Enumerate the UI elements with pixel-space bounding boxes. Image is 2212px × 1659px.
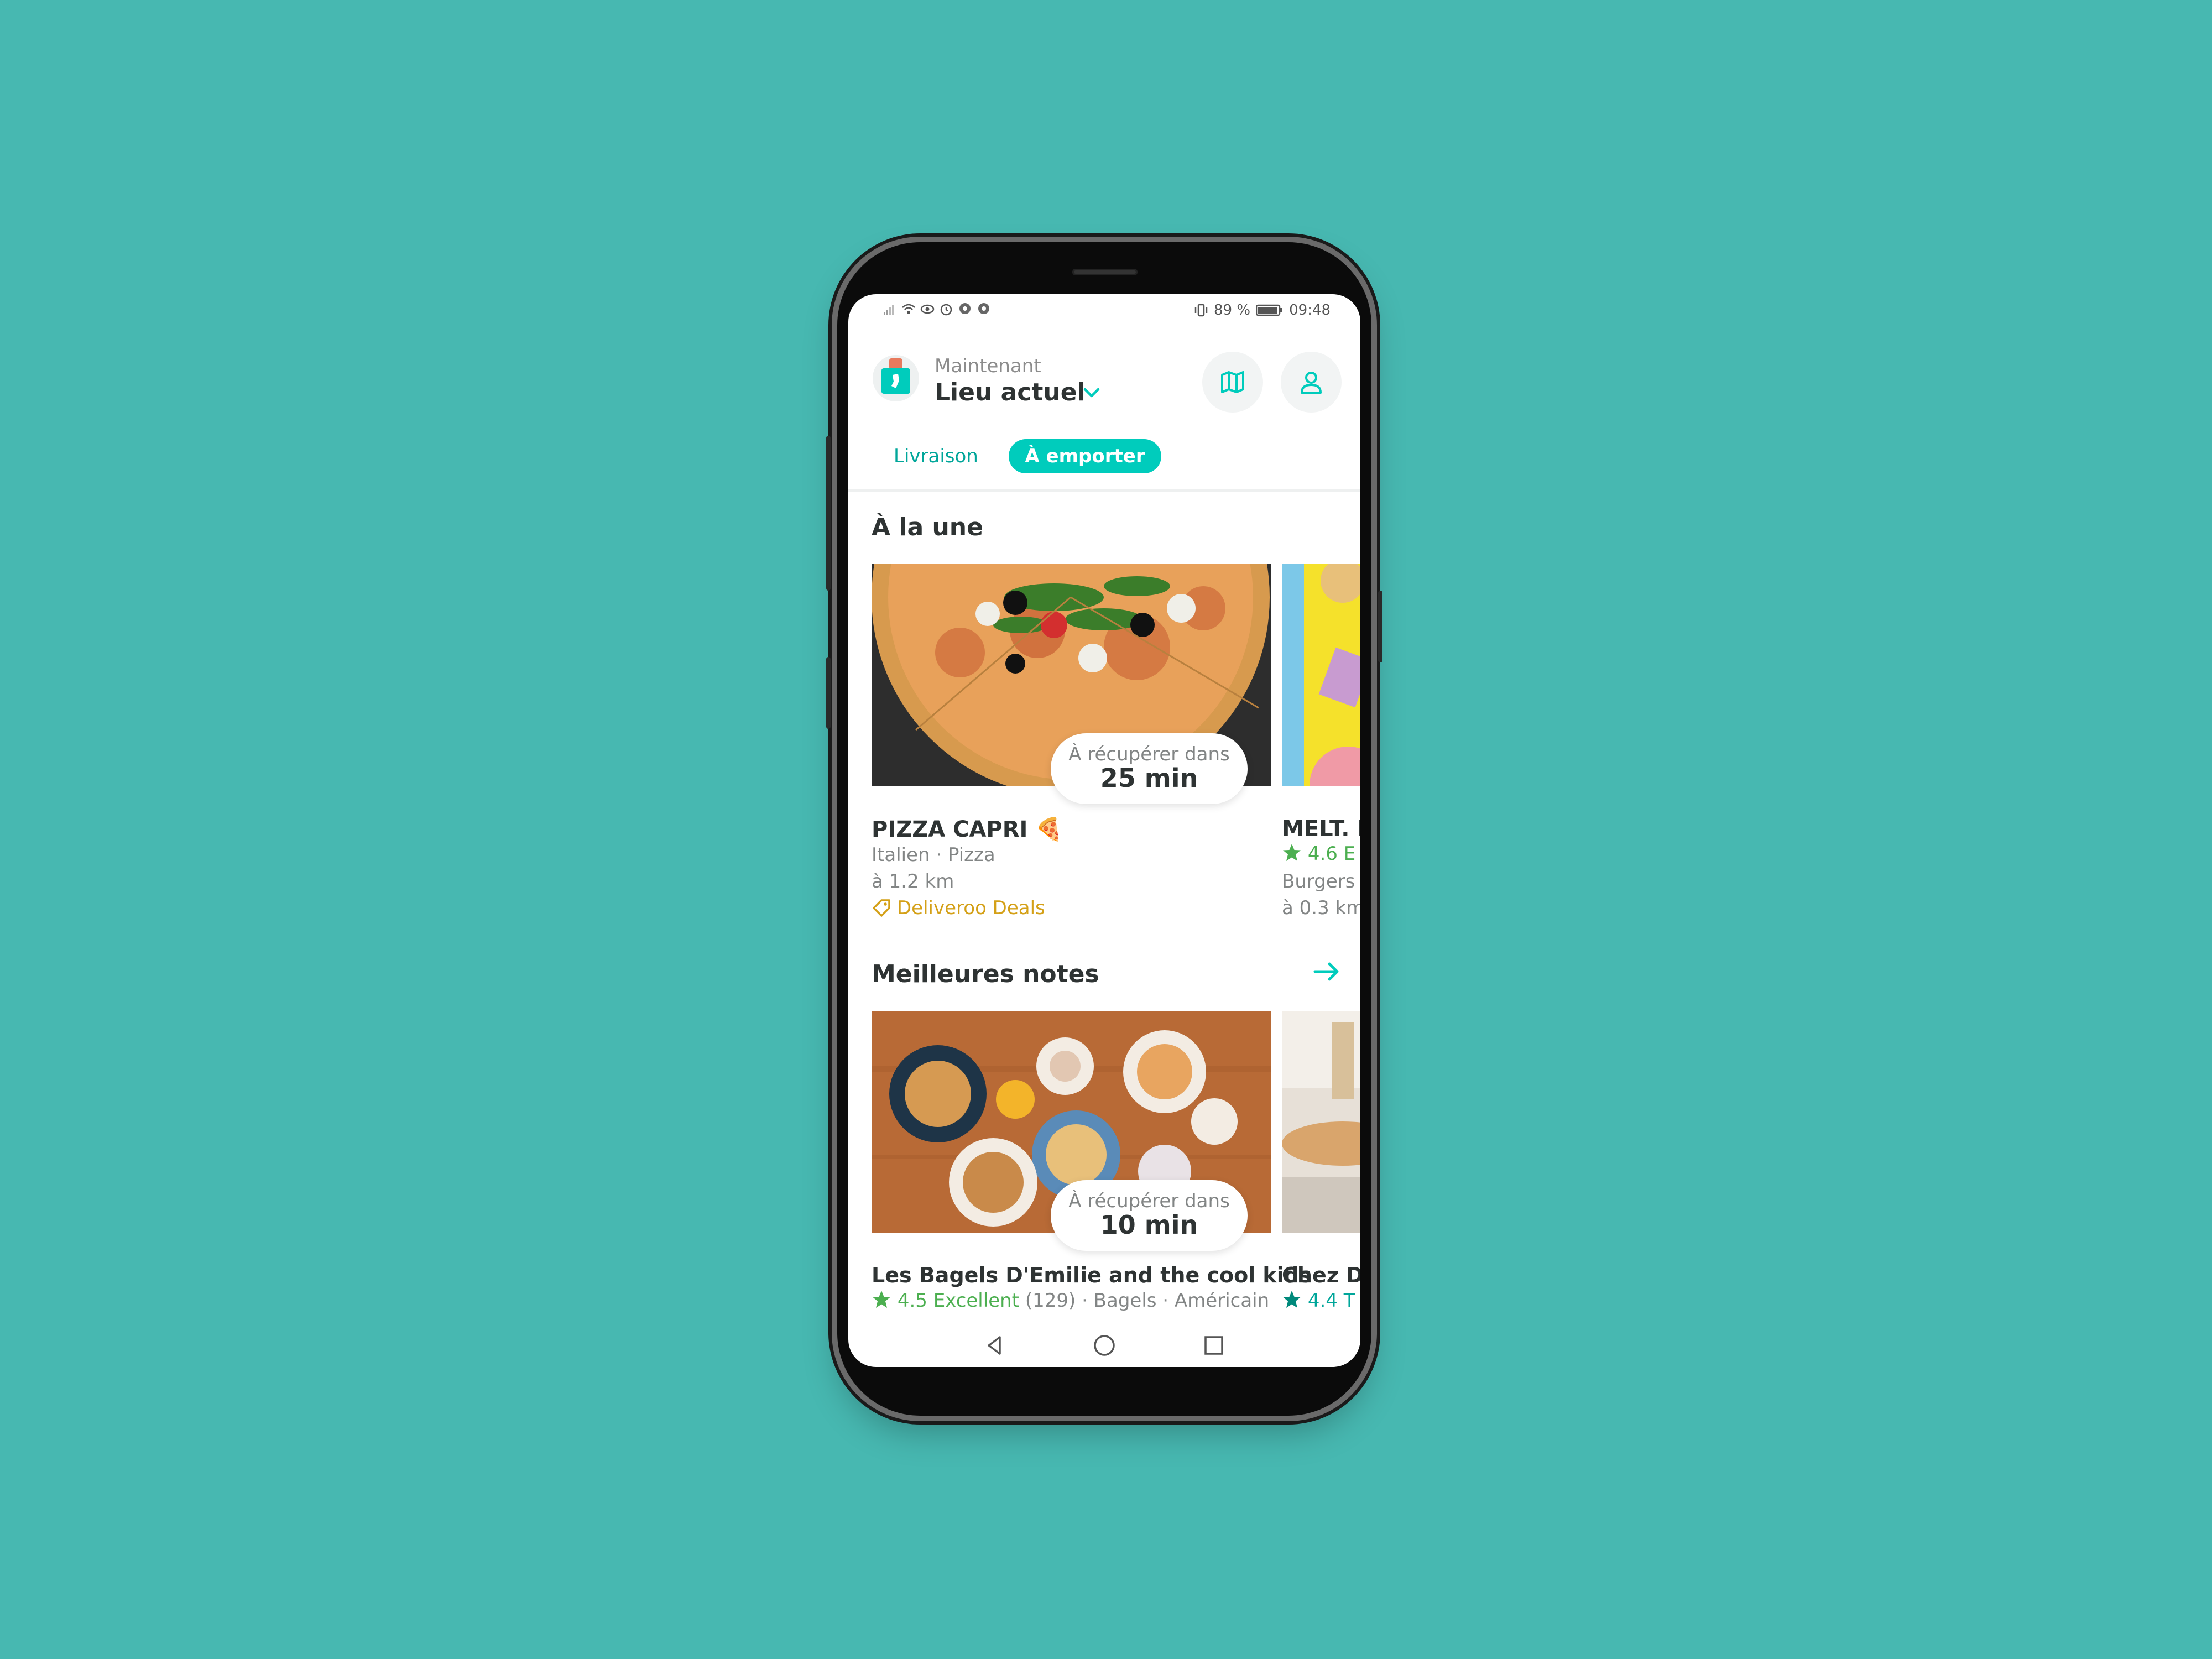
order-type-tabs: Livraison À emporter: [848, 432, 1360, 477]
rating-value: 4.5 Excellent: [897, 1290, 1019, 1312]
burger-photo: [1282, 564, 1360, 786]
restaurant-cuisine-side: Burgers ·: [1282, 870, 1360, 893]
alarm-icon: [940, 304, 952, 316]
message-icon: [978, 303, 989, 314]
battery-icon: [1256, 304, 1283, 316]
status-bar: 89 % 09:48: [848, 294, 1360, 327]
deliveroo-logo: [873, 355, 919, 401]
restaurant-name-side[interactable]: Chez Di: [1282, 1263, 1360, 1287]
arrow-right-icon[interactable]: [1311, 956, 1343, 988]
kangaroo-icon: [891, 374, 899, 388]
bixby-button: [826, 657, 831, 729]
recents-icon[interactable]: [1200, 1332, 1228, 1359]
power-button: [1378, 591, 1383, 662]
delivery-time-label: Maintenant: [935, 355, 1041, 377]
status-icons-left: [883, 302, 991, 316]
earpiece-speaker: [1072, 269, 1138, 275]
restaurant-rating-row: 4.5 Excellent (129) · Bagels · Américain: [872, 1290, 1269, 1312]
pickup-time-badge: À récupérer dans 10 min: [1051, 1180, 1248, 1251]
star-icon: [873, 1291, 890, 1308]
tab-pickup[interactable]: À emporter: [1009, 439, 1161, 473]
pickup-label: À récupérer dans: [1068, 743, 1230, 765]
tag-icon: [873, 899, 890, 917]
location-selector[interactable]: Lieu actuel: [935, 378, 1086, 406]
review-count: (129): [1025, 1290, 1076, 1312]
signal-icon: [884, 305, 894, 315]
tab-delivery[interactable]: Livraison: [881, 439, 990, 473]
restaurant-rating-side: 4.6 E: [1307, 843, 1356, 865]
chevron-down-icon[interactable]: [1081, 382, 1103, 404]
user-icon: [1301, 372, 1322, 394]
clock: 09:48: [1289, 302, 1331, 319]
restaurant-image-chez[interactable]: [1282, 1011, 1360, 1233]
pickup-time-badge: À récupérer dans 25 min: [1051, 733, 1248, 804]
section-title-featured: À la une: [872, 513, 983, 541]
restaurant-distance-side: à 0.3 km: [1282, 897, 1360, 919]
vibrate-icon: [1194, 304, 1208, 317]
volume-button: [826, 436, 831, 591]
star-icon: [1283, 1291, 1301, 1308]
section-title-top-rated: Meilleures notes: [872, 960, 1099, 988]
profile-button[interactable]: [1281, 352, 1342, 413]
battery-percentage: 89 %: [1214, 302, 1251, 319]
app-screen: 89 % 09:48 Maintenant Lieu actuel Livrai…: [848, 294, 1360, 1367]
restaurant-name-side[interactable]: MELT. H: [1282, 816, 1360, 842]
restaurant-tags: · Bagels · Américain: [1082, 1290, 1270, 1312]
chez-photo: [1282, 1011, 1360, 1233]
android-nav-bar: [848, 1323, 1360, 1367]
eye-icon: [920, 304, 935, 314]
message-icon: [959, 303, 971, 314]
deal-label: Deliveroo Deals: [897, 897, 1045, 919]
home-icon[interactable]: [1091, 1332, 1118, 1359]
phone-frame: 89 % 09:48 Maintenant Lieu actuel Livrai…: [826, 242, 1383, 1416]
header-divider: [848, 489, 1360, 492]
wifi-icon: [902, 304, 915, 314]
restaurant-rating-side: 4.4 T: [1307, 1290, 1355, 1312]
pickup-time: 10 min: [1100, 1210, 1198, 1240]
restaurant-distance: à 1.2 km: [872, 870, 954, 893]
pickup-label: À récupérer dans: [1068, 1190, 1230, 1212]
map-button[interactable]: [1202, 352, 1263, 413]
pickup-time: 25 min: [1100, 763, 1198, 793]
restaurant-cuisine: Italien · Pizza: [872, 844, 995, 866]
restaurant-name[interactable]: Les Bagels D'Emilie and the cool kids: [872, 1263, 1312, 1287]
location-header: Maintenant Lieu actuel: [848, 344, 1360, 413]
status-icons-right: 89 % 09:48: [1194, 302, 1331, 319]
restaurant-name[interactable]: PIZZA CAPRI 🍕: [872, 816, 1063, 842]
map-icon: [1221, 371, 1244, 393]
back-icon[interactable]: [981, 1332, 1009, 1359]
restaurant-image-burger[interactable]: [1282, 564, 1360, 786]
star-icon: [1283, 844, 1301, 861]
